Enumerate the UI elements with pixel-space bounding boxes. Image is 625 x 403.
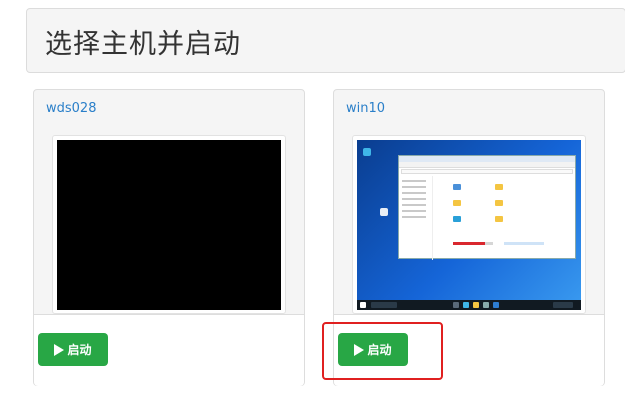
nav-item bbox=[402, 198, 426, 200]
folder-icon bbox=[453, 216, 461, 222]
nav-item bbox=[402, 186, 426, 188]
host-thumbnail[interactable] bbox=[352, 135, 586, 314]
page: 选择主机并启动 wds028 启动 win10 启动 bbox=[0, 0, 625, 403]
nav-item bbox=[402, 180, 426, 182]
search-icon bbox=[371, 302, 397, 308]
edge-icon bbox=[363, 148, 371, 156]
clock-icon bbox=[553, 302, 573, 308]
mail-icon bbox=[493, 302, 499, 308]
drive-usage-fill bbox=[453, 242, 485, 245]
file-explorer-window bbox=[398, 155, 576, 260]
play-icon bbox=[54, 343, 65, 356]
highlight-annotation bbox=[322, 322, 443, 380]
taskview-icon bbox=[453, 302, 459, 308]
host-name-link[interactable]: wds028 bbox=[46, 101, 96, 116]
address-bar bbox=[401, 169, 573, 174]
edge-icon bbox=[463, 302, 469, 308]
window-ribbon bbox=[399, 162, 575, 168]
folder-icon bbox=[473, 302, 479, 308]
folder-icon bbox=[453, 184, 461, 190]
host-thumbnail[interactable] bbox=[52, 135, 286, 314]
host-name-link[interactable]: win10 bbox=[346, 101, 385, 116]
navigation-pane bbox=[399, 176, 433, 260]
page-title: 选择主机并启动 bbox=[45, 29, 241, 60]
folder-icon bbox=[453, 200, 461, 206]
folder-icon bbox=[495, 200, 503, 206]
nav-item bbox=[402, 204, 426, 206]
card-footer: 启动 bbox=[34, 314, 304, 386]
page-header: 选择主机并启动 bbox=[26, 8, 625, 73]
start-button[interactable]: 启动 bbox=[38, 333, 108, 366]
start-menu-icon bbox=[360, 302, 366, 308]
nav-item bbox=[402, 192, 426, 194]
taskbar bbox=[357, 300, 581, 310]
host-card-wds028: wds028 启动 bbox=[33, 89, 305, 386]
nav-item bbox=[402, 216, 426, 218]
windows-desktop-preview bbox=[357, 140, 581, 310]
start-button-label: 启动 bbox=[67, 343, 92, 357]
nav-item bbox=[402, 210, 426, 212]
store-icon bbox=[483, 302, 489, 308]
folder-icon bbox=[495, 184, 503, 190]
folder-icon bbox=[495, 216, 503, 222]
screen-preview-black bbox=[57, 140, 281, 310]
file-icon bbox=[380, 208, 388, 216]
drive-usage-bar bbox=[504, 242, 544, 245]
